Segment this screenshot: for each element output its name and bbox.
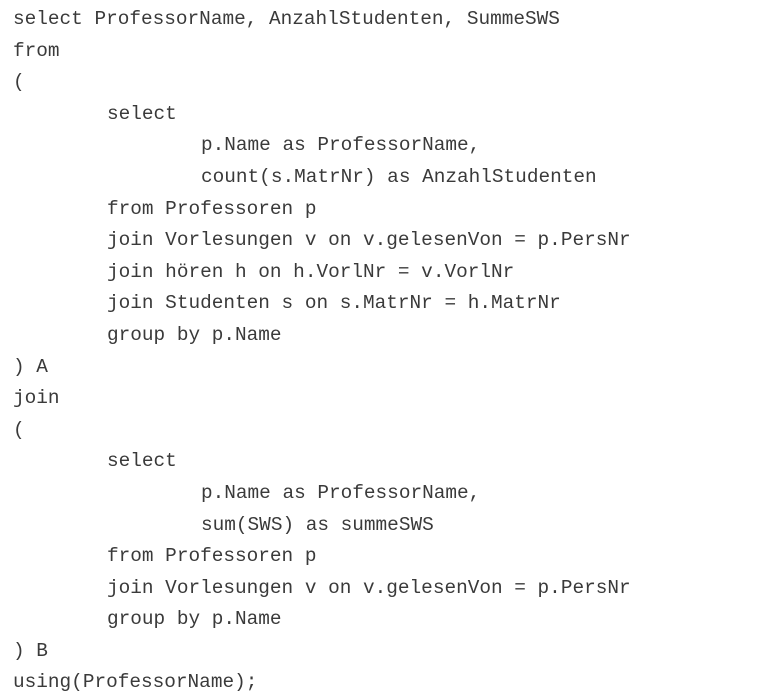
code-line-4: select xyxy=(107,102,177,125)
code-line-20: group by p.Name xyxy=(107,608,282,631)
code-line-13: join xyxy=(13,387,60,410)
code-line-2: from xyxy=(13,39,60,62)
code-line-10: join Studenten s on s.MatrNr = h.MatrNr xyxy=(107,292,561,315)
code-line-19: join Vorlesungen v on v.gelesenVon = p.P… xyxy=(107,576,631,599)
code-line-5: p.Name as ProfessorName, xyxy=(201,134,481,157)
code-line-16: p.Name as ProfessorName, xyxy=(201,481,481,504)
code-line-17: sum(SWS) as summeSWS xyxy=(201,513,434,536)
code-line-9: join hören h on h.VorlNr = v.VorlNr xyxy=(107,260,515,283)
code-line-1: select ProfessorName, AnzahlStudenten, S… xyxy=(13,8,560,30)
code-line-18: from Professoren p xyxy=(107,545,317,568)
code-line-14: ( xyxy=(13,418,25,441)
code-line-11: group by p.Name xyxy=(107,323,282,346)
code-line-12: ) A xyxy=(13,355,48,378)
sql-code-block: select ProfessorName, AnzahlStudenten, S… xyxy=(13,4,631,699)
code-line-15: select xyxy=(107,450,177,473)
code-line-8: join Vorlesungen v on v.gelesenVon = p.P… xyxy=(107,229,631,252)
code-line-22: using(ProfessorName); xyxy=(13,671,258,694)
code-line-21: ) B xyxy=(13,639,48,662)
code-line-6: count(s.MatrNr) as AnzahlStudenten xyxy=(201,165,597,188)
code-line-3: ( xyxy=(13,71,25,94)
code-line-7: from Professoren p xyxy=(107,197,317,220)
